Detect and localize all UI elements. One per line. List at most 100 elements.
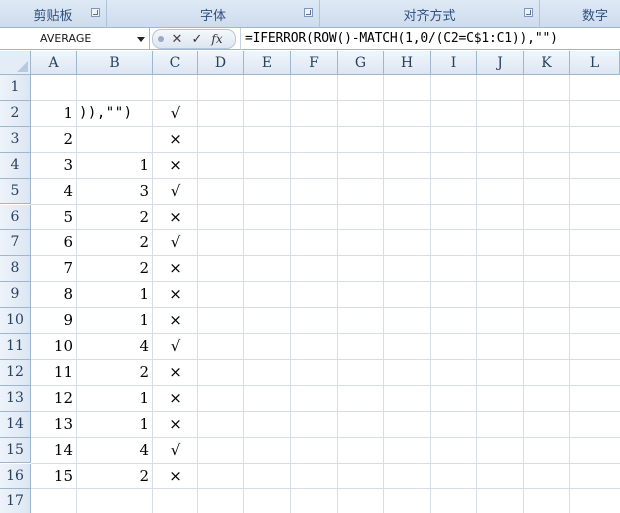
cell-a14[interactable]: 13 — [31, 412, 77, 437]
column-header-c[interactable]: C — [153, 51, 198, 75]
cell-a15[interactable]: 14 — [31, 438, 77, 463]
cell-c7[interactable]: √ — [153, 230, 198, 255]
cell-a8[interactable]: 7 — [31, 256, 77, 281]
cell-a6[interactable]: 5 — [31, 205, 77, 230]
row-header-15[interactable]: 15 — [0, 437, 31, 464]
column-header-f[interactable]: F — [291, 51, 338, 75]
cell-b4[interactable]: 1 — [77, 153, 153, 178]
cell-c2[interactable]: √ — [153, 101, 198, 126]
cell-a17[interactable] — [31, 489, 77, 513]
cell-b1[interactable] — [77, 75, 153, 100]
cell-b9[interactable]: 1 — [77, 282, 153, 307]
dialog-launcher-icon[interactable] — [524, 8, 533, 17]
cell-b2[interactable]: )),"") — [77, 101, 153, 126]
cell-a12[interactable]: 11 — [31, 360, 77, 385]
column-header-g[interactable]: G — [338, 51, 384, 75]
column-header-l[interactable]: L — [570, 51, 620, 75]
cell-b16[interactable]: 2 — [77, 464, 153, 489]
row-header-7[interactable]: 7 — [0, 230, 31, 257]
cell-a3[interactable]: 2 — [31, 127, 77, 152]
cell-b7[interactable]: 2 — [77, 230, 153, 255]
cancel-icon[interactable]: ✕ — [167, 30, 187, 48]
formula-input[interactable]: =IFERROR(ROW()-MATCH(1,0/(C2=C$1:C1)),""… — [240, 28, 620, 50]
insert-function-icon[interactable]: fx — [207, 30, 227, 48]
cell-a13[interactable]: 12 — [31, 386, 77, 411]
row-header-2[interactable]: 2 — [0, 100, 31, 127]
row-header-9[interactable]: 9 — [0, 282, 31, 309]
cell-c13[interactable]: × — [153, 386, 198, 411]
cell-b6[interactable]: 2 — [77, 205, 153, 230]
cell-c8[interactable]: × — [153, 256, 198, 281]
cell-c12[interactable]: × — [153, 360, 198, 385]
formula-buttons: ✕ ✓ fx — [152, 29, 236, 49]
cell-b14[interactable]: 1 — [77, 412, 153, 437]
cell-a11[interactable]: 10 — [31, 334, 77, 359]
cell-b3[interactable] — [77, 127, 153, 152]
cell-c16[interactable]: × — [153, 464, 198, 489]
column-header-k[interactable]: K — [524, 51, 570, 75]
cell-c15[interactable]: √ — [153, 438, 198, 463]
cell-a5[interactable]: 4 — [31, 179, 77, 204]
cell-c9[interactable]: × — [153, 282, 198, 307]
row-header-5[interactable]: 5 — [0, 178, 31, 205]
column-header-a[interactable]: A — [31, 51, 77, 75]
spreadsheet-grid: A B C D E F G H I J K L 1 2 1)),"") √ 3 2 × 4 3 1 × 5 4 3 √ 6 5 2 × 7 6 2… — [0, 51, 620, 513]
row-header-13[interactable]: 13 — [0, 385, 31, 412]
cell-c17[interactable] — [153, 489, 198, 513]
dialog-launcher-icon[interactable] — [91, 8, 100, 17]
row-header-1[interactable]: 1 — [0, 75, 31, 101]
cell-c1[interactable] — [153, 75, 198, 100]
cell-a9[interactable]: 8 — [31, 282, 77, 307]
column-header-h[interactable]: H — [384, 51, 431, 75]
cell-b17[interactable] — [77, 489, 153, 513]
cell-b12[interactable]: 2 — [77, 360, 153, 385]
column-header-e[interactable]: E — [244, 51, 291, 75]
cell-c4[interactable]: × — [153, 153, 198, 178]
cell-a7[interactable]: 6 — [31, 230, 77, 255]
row-header-10[interactable]: 10 — [0, 308, 31, 334]
column-header-j[interactable]: J — [477, 51, 524, 75]
cell-c14[interactable]: × — [153, 412, 198, 437]
column-header-d[interactable]: D — [198, 51, 244, 75]
cell-a4[interactable]: 3 — [31, 153, 77, 178]
row-header-4[interactable]: 4 — [0, 152, 31, 179]
cell-a1[interactable] — [31, 75, 77, 100]
cell-b13[interactable]: 1 — [77, 386, 153, 411]
row-header-17[interactable]: 17 — [0, 489, 31, 513]
ribbon-group-number: 数字 — [540, 0, 620, 28]
chevron-down-icon[interactable] — [137, 37, 145, 42]
column-header-i[interactable]: I — [431, 51, 477, 75]
cell-c10[interactable]: × — [153, 308, 198, 333]
row-header-16[interactable]: 16 — [0, 463, 31, 490]
cell-b5[interactable]: 3 — [77, 179, 153, 204]
dialog-launcher-icon[interactable] — [304, 8, 313, 17]
cell-a16[interactable]: 15 — [31, 464, 77, 489]
cell-b8[interactable]: 2 — [77, 256, 153, 281]
row-header-12[interactable]: 12 — [0, 359, 31, 386]
cell-c3[interactable]: × — [153, 127, 198, 152]
ribbon-group-label: 对齐方式 — [403, 8, 456, 24]
column-header-b[interactable]: B — [77, 51, 153, 75]
row-header-14[interactable]: 14 — [0, 411, 31, 438]
grid-line — [290, 75, 291, 513]
row-header-8[interactable]: 8 — [0, 256, 31, 283]
grid-line — [243, 75, 244, 513]
cell-c11[interactable]: √ — [153, 334, 198, 359]
cell-b11[interactable]: 4 — [77, 334, 153, 359]
cell-b15[interactable]: 4 — [77, 438, 153, 463]
select-all-corner[interactable] — [0, 51, 31, 75]
cell-a10[interactable]: 9 — [31, 308, 77, 333]
formula-bar: AVERAGE ✕ ✓ fx =IFERROR(ROW()-MATCH(1,0/… — [0, 28, 620, 50]
row-header-3[interactable]: 3 — [0, 126, 31, 153]
grip-icon[interactable] — [158, 36, 164, 42]
row-header-11[interactable]: 11 — [0, 334, 31, 360]
cell-b10[interactable]: 1 — [77, 308, 153, 333]
ribbon-group-label: 剪贴板 — [33, 8, 73, 24]
cell-c6[interactable]: × — [153, 205, 198, 230]
row-header-6[interactable]: 6 — [0, 204, 31, 231]
cell-c5[interactable]: √ — [153, 179, 198, 204]
cell-a2[interactable]: 1 — [31, 101, 77, 126]
name-box[interactable]: AVERAGE — [0, 28, 150, 50]
ribbon-group-alignment: 对齐方式 — [320, 0, 540, 28]
enter-check-icon[interactable]: ✓ — [187, 30, 207, 48]
